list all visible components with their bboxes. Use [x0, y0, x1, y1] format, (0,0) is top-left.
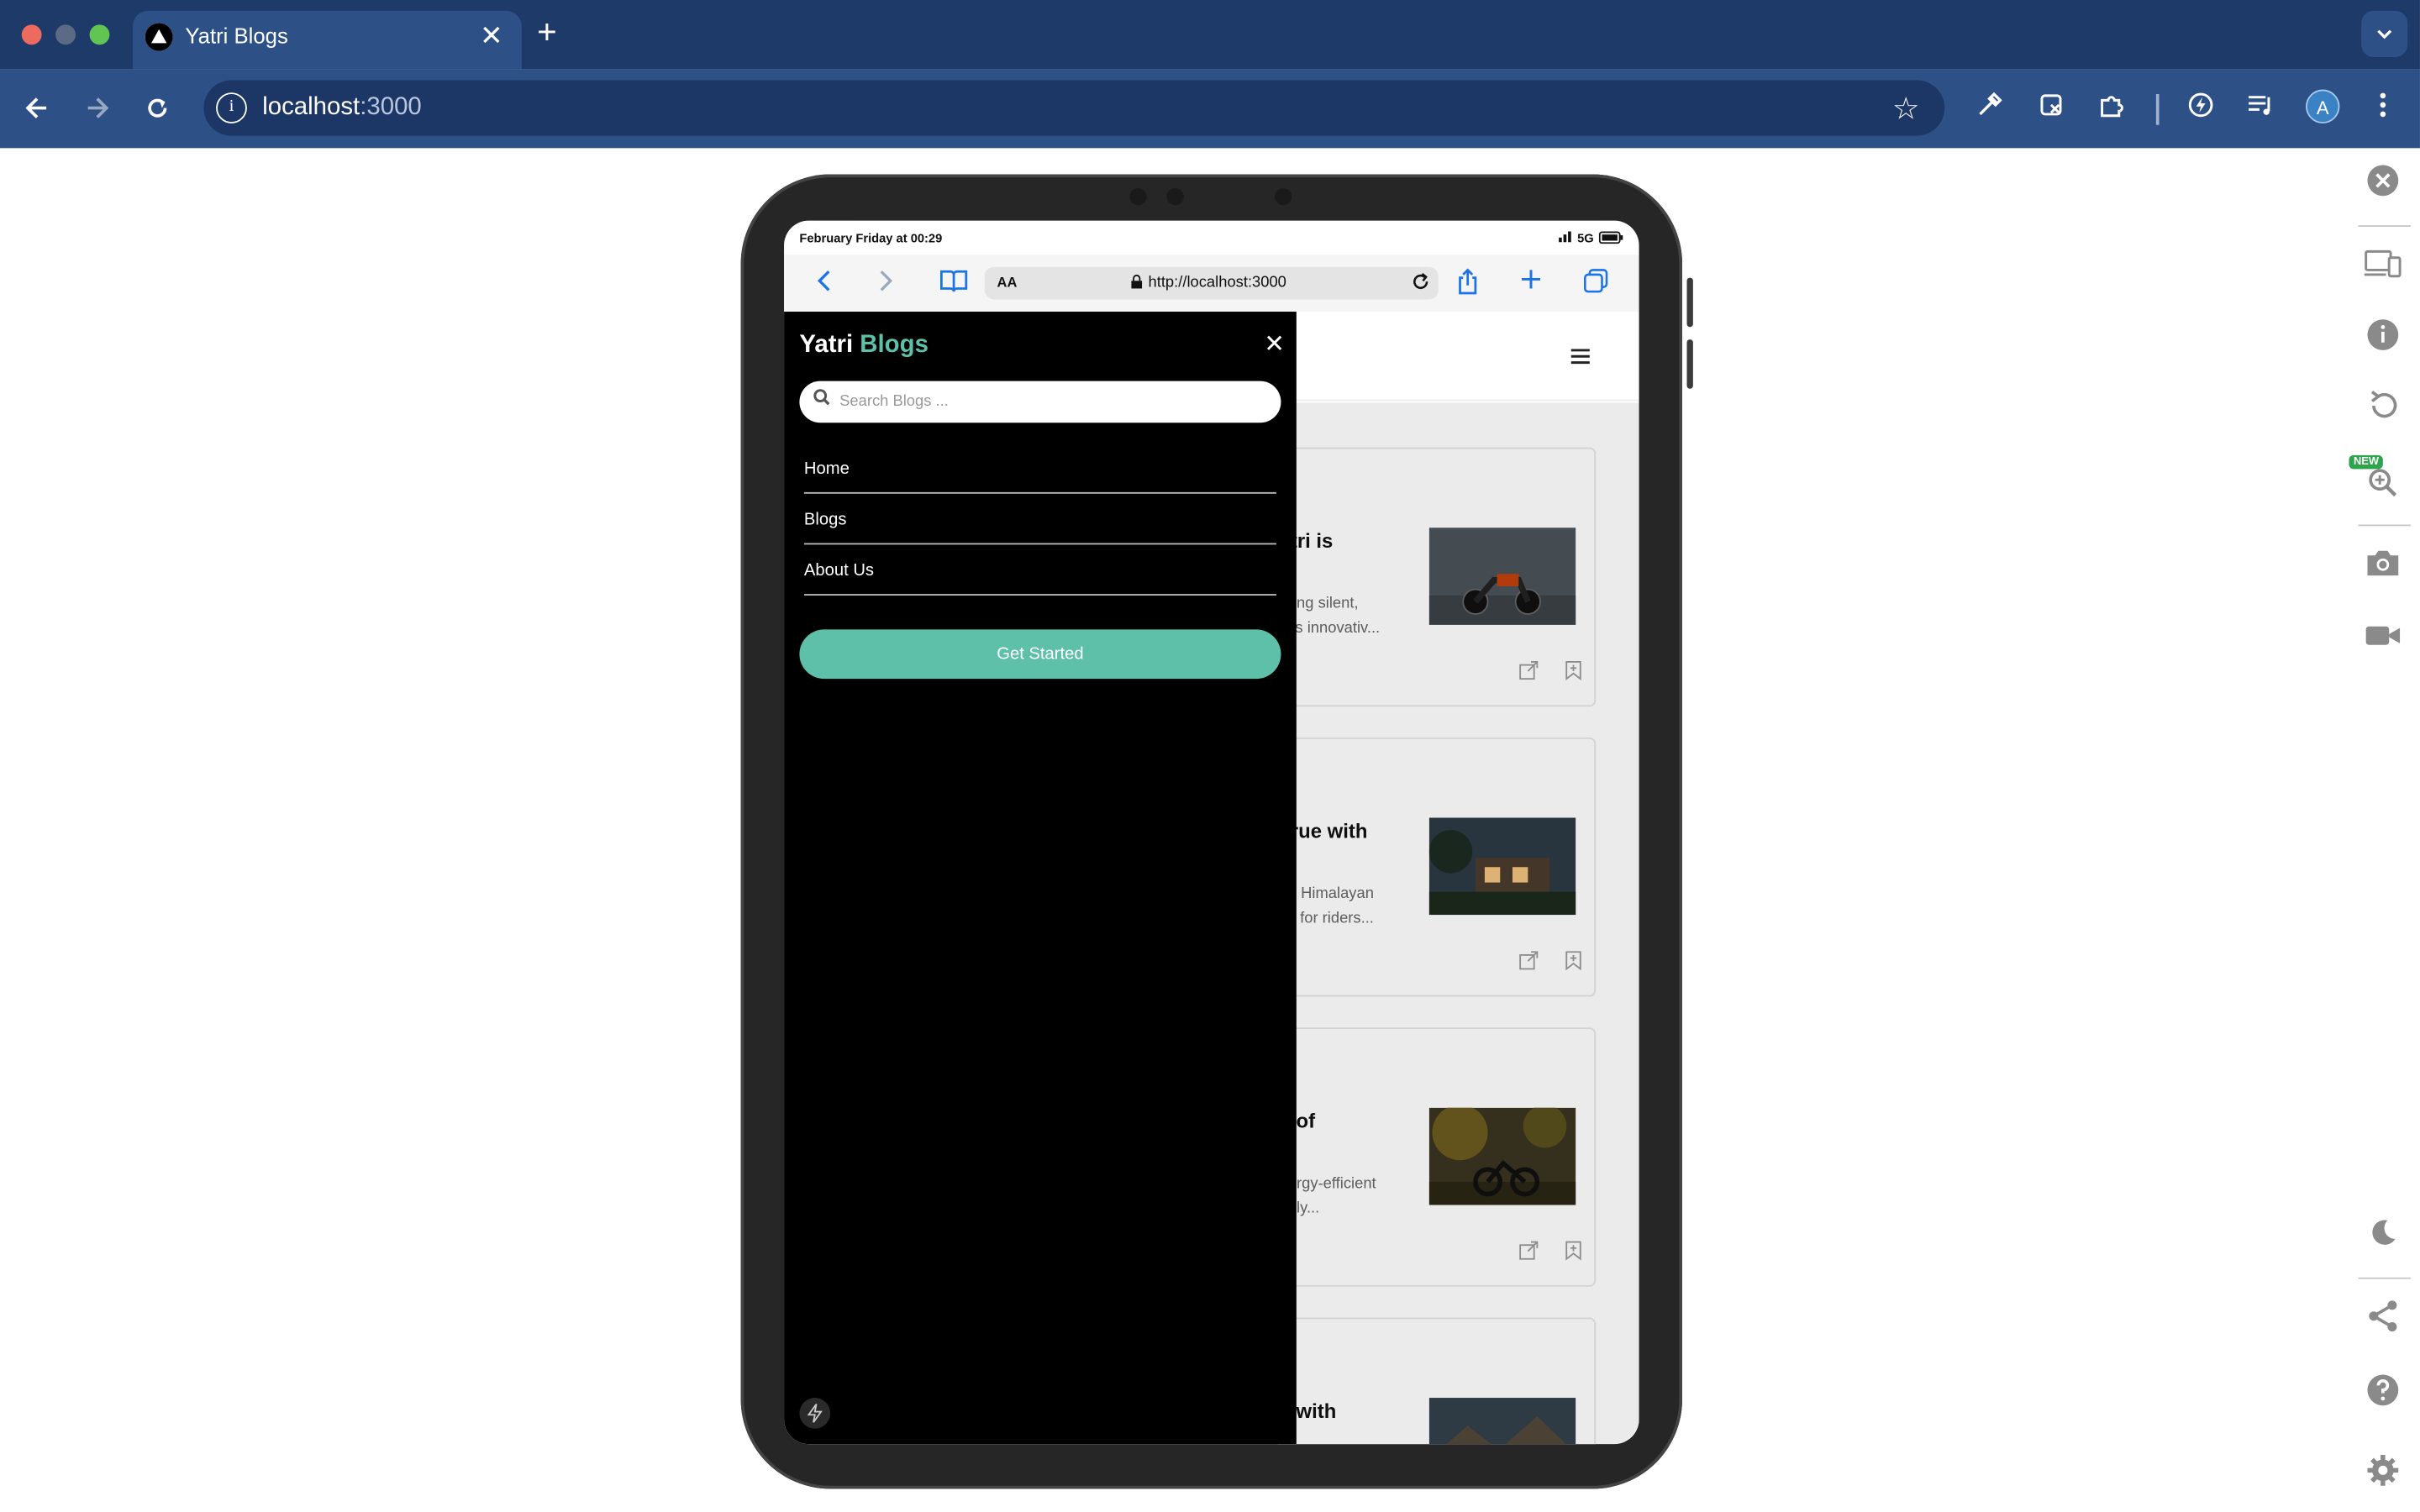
brand-logo[interactable]: Yatri Blogs	[799, 332, 929, 360]
lightning-bolt-icon[interactable]	[799, 1398, 831, 1429]
brand-second-word: Blogs	[860, 331, 929, 359]
close-drawer-button[interactable]: ✕	[1264, 328, 1285, 360]
info-icon[interactable]	[2346, 308, 2420, 370]
device-camera	[1275, 188, 1292, 206]
tab-search-button[interactable]	[2361, 10, 2408, 57]
back-button[interactable]	[17, 88, 57, 129]
search-input[interactable]	[839, 387, 1257, 417]
network-type: 5G	[1577, 231, 1594, 246]
forward-button[interactable]	[77, 88, 118, 129]
nav-item-blogs[interactable]: Blogs	[803, 510, 1276, 545]
device-status-bar: February Friday at 00:29 5G	[784, 221, 1639, 255]
device-volume-up-button	[1686, 277, 1693, 328]
performance-icon[interactable]	[2182, 91, 2219, 128]
site-info-icon[interactable]: i	[216, 92, 247, 123]
safari-bookmarks-icon[interactable]	[940, 269, 968, 300]
bookmark-star-icon[interactable]: ☆	[1892, 90, 1920, 129]
address-bar[interactable]: i localhost:3000 ☆	[203, 80, 1945, 136]
eyedropper-extension-icon[interactable]	[1970, 91, 2007, 128]
extension-icon[interactable]	[2033, 91, 2070, 128]
nav-item-label: About Us	[803, 561, 875, 580]
device-volume-down-button	[1686, 339, 1693, 389]
sidebar-divider	[2358, 524, 2411, 527]
tab-yatri-blogs[interactable]: Yatri Blogs ✕	[132, 10, 522, 70]
safari-new-tab-icon[interactable]	[1520, 269, 1542, 297]
sidebar-divider	[2358, 1277, 2411, 1279]
help-icon[interactable]	[2346, 1364, 2420, 1425]
dark-mode-moon-icon[interactable]	[2346, 1206, 2420, 1268]
favicon-icon	[145, 23, 173, 51]
zoom-icon[interactable]	[2346, 459, 2420, 521]
browser-toolbar: i localhost:3000 ☆ A	[0, 69, 2420, 149]
nav-item-label: Home	[803, 459, 850, 479]
device-camera	[1129, 188, 1147, 206]
safari-back-icon[interactable]	[815, 269, 834, 300]
settings-gear-icon[interactable]	[2346, 1444, 2420, 1505]
tab-close-icon[interactable]: ✕	[480, 20, 503, 53]
screenshot-camera-icon[interactable]	[2346, 537, 2420, 598]
close-window-button[interactable]	[21, 24, 42, 45]
search-icon	[813, 389, 830, 411]
record-video-icon[interactable]	[2346, 608, 2420, 669]
zoom-window-button[interactable]	[89, 24, 110, 45]
status-time: February Friday at 00:29	[799, 231, 943, 246]
close-device-frame-icon[interactable]	[2346, 157, 2420, 218]
safari-tabs-icon[interactable]	[1583, 269, 1608, 300]
tab-title: Yatri Blogs	[185, 23, 288, 48]
battery-icon	[1598, 231, 1623, 247]
profile-avatar[interactable]: A	[2306, 89, 2340, 123]
safari-forward-icon[interactable]	[876, 269, 895, 300]
lock-icon	[1131, 274, 1143, 291]
puzzle-extensions-icon[interactable]	[2093, 91, 2130, 128]
safari-address-bar[interactable]: AA http://localhost:3000	[984, 266, 1439, 300]
nav-item-home[interactable]: Home	[803, 459, 1276, 494]
url-text: localhost:3000	[262, 94, 422, 121]
get-started-button[interactable]: Get Started	[799, 629, 1281, 680]
devices-icon[interactable]	[2346, 238, 2420, 299]
toolbar-divider	[2155, 94, 2160, 125]
more-menu-icon[interactable]	[2365, 91, 2402, 128]
side-drawer: Yatri Blogs ✕ Home Blogs About Us Get St…	[784, 312, 1297, 1445]
safari-share-icon[interactable]	[1457, 268, 1479, 302]
rotate-icon[interactable]	[2346, 380, 2420, 441]
nav-item-label: Blogs	[803, 510, 847, 529]
nav-item-about-us[interactable]: About Us	[803, 561, 1276, 596]
safari-url-text: http://localhost:3000	[1148, 274, 1286, 292]
share-icon[interactable]	[2346, 1289, 2420, 1351]
media-controls-icon[interactable]	[2243, 91, 2280, 128]
sidebar-divider	[2358, 225, 2411, 227]
safari-reload-icon[interactable]	[1411, 271, 1431, 299]
drawer-backdrop[interactable]	[1296, 402, 1639, 1445]
tab-bar: Yatri Blogs ✕ +	[0, 0, 2420, 70]
hamburger-menu-icon[interactable]	[1570, 345, 1591, 373]
reader-aa-button[interactable]: AA	[997, 275, 1018, 290]
device-screen: February Friday at 00:29 5G AA http://lo…	[784, 220, 1639, 1445]
reload-button[interactable]	[137, 88, 177, 129]
brand-first-word: Yatri	[799, 331, 854, 359]
search-box[interactable]	[799, 381, 1281, 423]
minimize-window-button[interactable]	[55, 24, 76, 45]
new-tab-button[interactable]: +	[537, 13, 557, 53]
safari-toolbar: AA http://localhost:3000	[784, 255, 1639, 312]
browser-window: Yatri Blogs ✕ + i localhost:3000 ☆ A NEW…	[0, 0, 2420, 1512]
cellular-signal-icon	[1559, 230, 1574, 245]
device-camera	[1166, 188, 1184, 206]
